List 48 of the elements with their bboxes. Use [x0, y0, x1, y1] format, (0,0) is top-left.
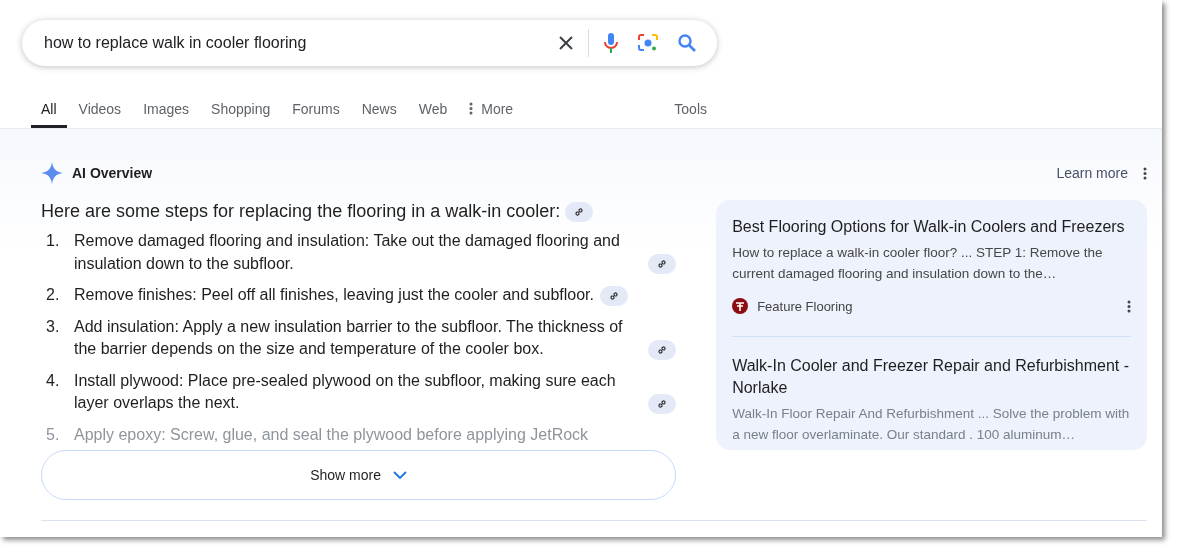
search-tab[interactable]: Images: [133, 90, 200, 128]
step-number: 4.: [45, 370, 61, 391]
microphone-icon[interactable]: [603, 32, 619, 54]
source-title[interactable]: Walk-In Cooler and Freezer Repair and Refurbishment - Norlake: [732, 355, 1131, 399]
step-text: Remove damaged flooring and insulation: Take out the damaged flooring and insulation down to the subfloor.: [74, 231, 621, 274]
source-snippet: Walk-In Floor Repair And Refurbishment ... Solve the problem with a new floor overlaminate. Our standard . 100 aluminum…: [732, 405, 1131, 444]
more-vertical-icon[interactable]: [1127, 299, 1131, 313]
more-tab[interactable]: More: [459, 90, 524, 128]
learn-more-link[interactable]: Learn more: [1056, 165, 1128, 181]
chevron-down-icon: [393, 471, 407, 479]
search-tab[interactable]: Shopping: [201, 90, 281, 128]
camera-icon[interactable]: [637, 33, 659, 53]
link-icon: [657, 259, 668, 269]
link-chip[interactable]: [600, 285, 628, 306]
link-chip[interactable]: [648, 393, 677, 414]
link-chip[interactable]: [648, 339, 677, 360]
link-icon: [574, 207, 585, 218]
link-icon: [657, 398, 668, 409]
tools-button[interactable]: Tools: [664, 90, 717, 128]
site-logo-icon: [732, 298, 749, 314]
link-chip[interactable]: [648, 254, 677, 274]
search-field[interactable]: how to replace walk in cooler flooring: [42, 33, 540, 53]
link-icon: [609, 290, 619, 301]
step-number: 2.: [45, 285, 61, 305]
site-name: Feature Flooring: [757, 298, 853, 314]
step-text: Apply epoxy: Screw, glue, and seal the plywood before applying JetRock: [74, 424, 589, 445]
search-tab[interactable]: Forums: [282, 90, 350, 128]
step-number: 3.: [45, 316, 61, 337]
more-vertical-icon[interactable]: [1143, 166, 1147, 180]
overview-intro: Here are some steps for replacing the flooring in a walk-in cooler:: [41, 201, 561, 221]
sparkle-icon: [41, 162, 63, 184]
step-number: 1.: [45, 231, 61, 251]
step-text: Install plywood: Place pre-sealed plywood on the subfloor, making sure each layer overlaps the next.: [74, 370, 617, 413]
step-text: Remove finishes: Peel off all finishes, leaving just the cooler and subfloor.: [74, 285, 594, 305]
search-icon[interactable]: [677, 33, 697, 53]
step-text: Add insulation: Apply a new insulation barrier to the subfloor. The thickness of the barrier depends on the size and temperature of the cooler box.: [74, 316, 624, 359]
overview-title: AI Overview: [72, 165, 153, 181]
source-title[interactable]: Best Flooring Options for Walk-in Coolers and Freezers: [732, 216, 1131, 238]
link-icon: [657, 344, 668, 355]
step-number: 5.: [45, 424, 61, 445]
show-more-button[interactable]: Show more: [41, 450, 677, 500]
source-snippet: How to replace a walk-in cooler floor? ... STEP 1: Remove the current damaged flooring and insulation down to the…: [732, 244, 1104, 283]
more-vertical-icon: [469, 102, 474, 115]
search-tab[interactable]: News: [351, 90, 407, 128]
link-chip[interactable]: [565, 202, 594, 223]
search-tab[interactable]: Videos: [68, 90, 132, 128]
close-icon[interactable]: [558, 35, 574, 51]
search-tab[interactable]: Web: [408, 90, 458, 128]
